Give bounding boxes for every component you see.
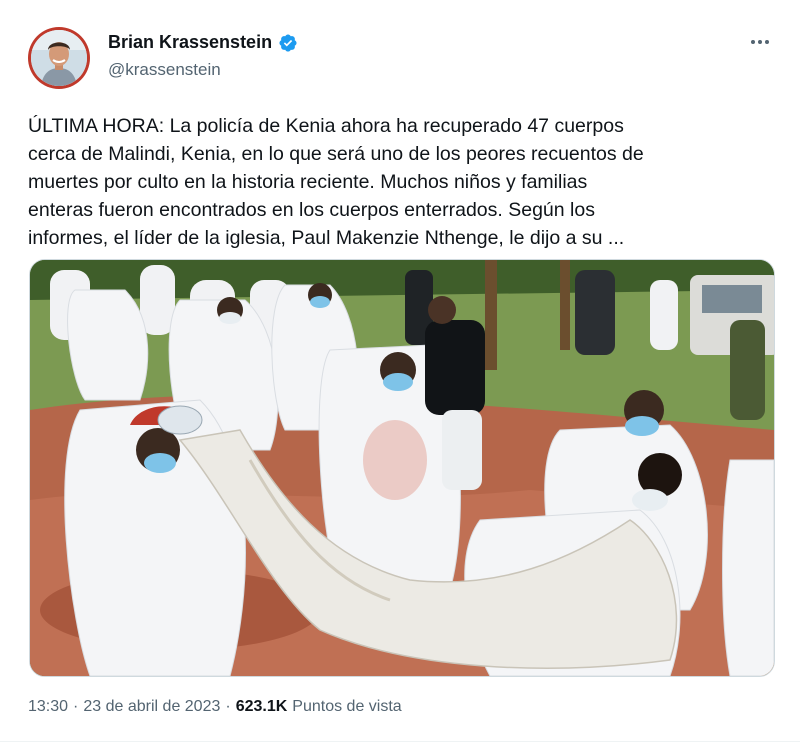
meta-separator: · (73, 698, 79, 715)
tweet-card: Brian Krassenstein @krassenstein ÚLTIMA … (0, 0, 800, 742)
tweet-time[interactable]: 13:30 (28, 698, 68, 716)
tweet-photo[interactable] (29, 259, 775, 677)
views-count[interactable]: 623.1K (236, 698, 288, 716)
more-options-icon[interactable] (748, 30, 772, 54)
avatar-photo (31, 30, 87, 86)
tweet-date[interactable]: 23 de abril de 2023 (83, 698, 220, 716)
meta-separator: · (225, 698, 231, 715)
tweet-text: ÚLTIMA HORA: La policía de Kenia ahora h… (28, 115, 644, 249)
display-name[interactable]: Brian Krassenstein (108, 32, 272, 53)
author-handle[interactable]: @krassenstein (108, 60, 221, 80)
tweet-meta: 13:30 · 23 de abril de 2023 · 623.1K Pun… (28, 698, 402, 716)
author-name-row: Brian Krassenstein (108, 32, 298, 53)
photo-illustration (30, 260, 774, 676)
avatar[interactable] (28, 27, 90, 89)
verified-badge-icon (278, 33, 298, 53)
views-label: Puntos de vista (292, 698, 402, 715)
